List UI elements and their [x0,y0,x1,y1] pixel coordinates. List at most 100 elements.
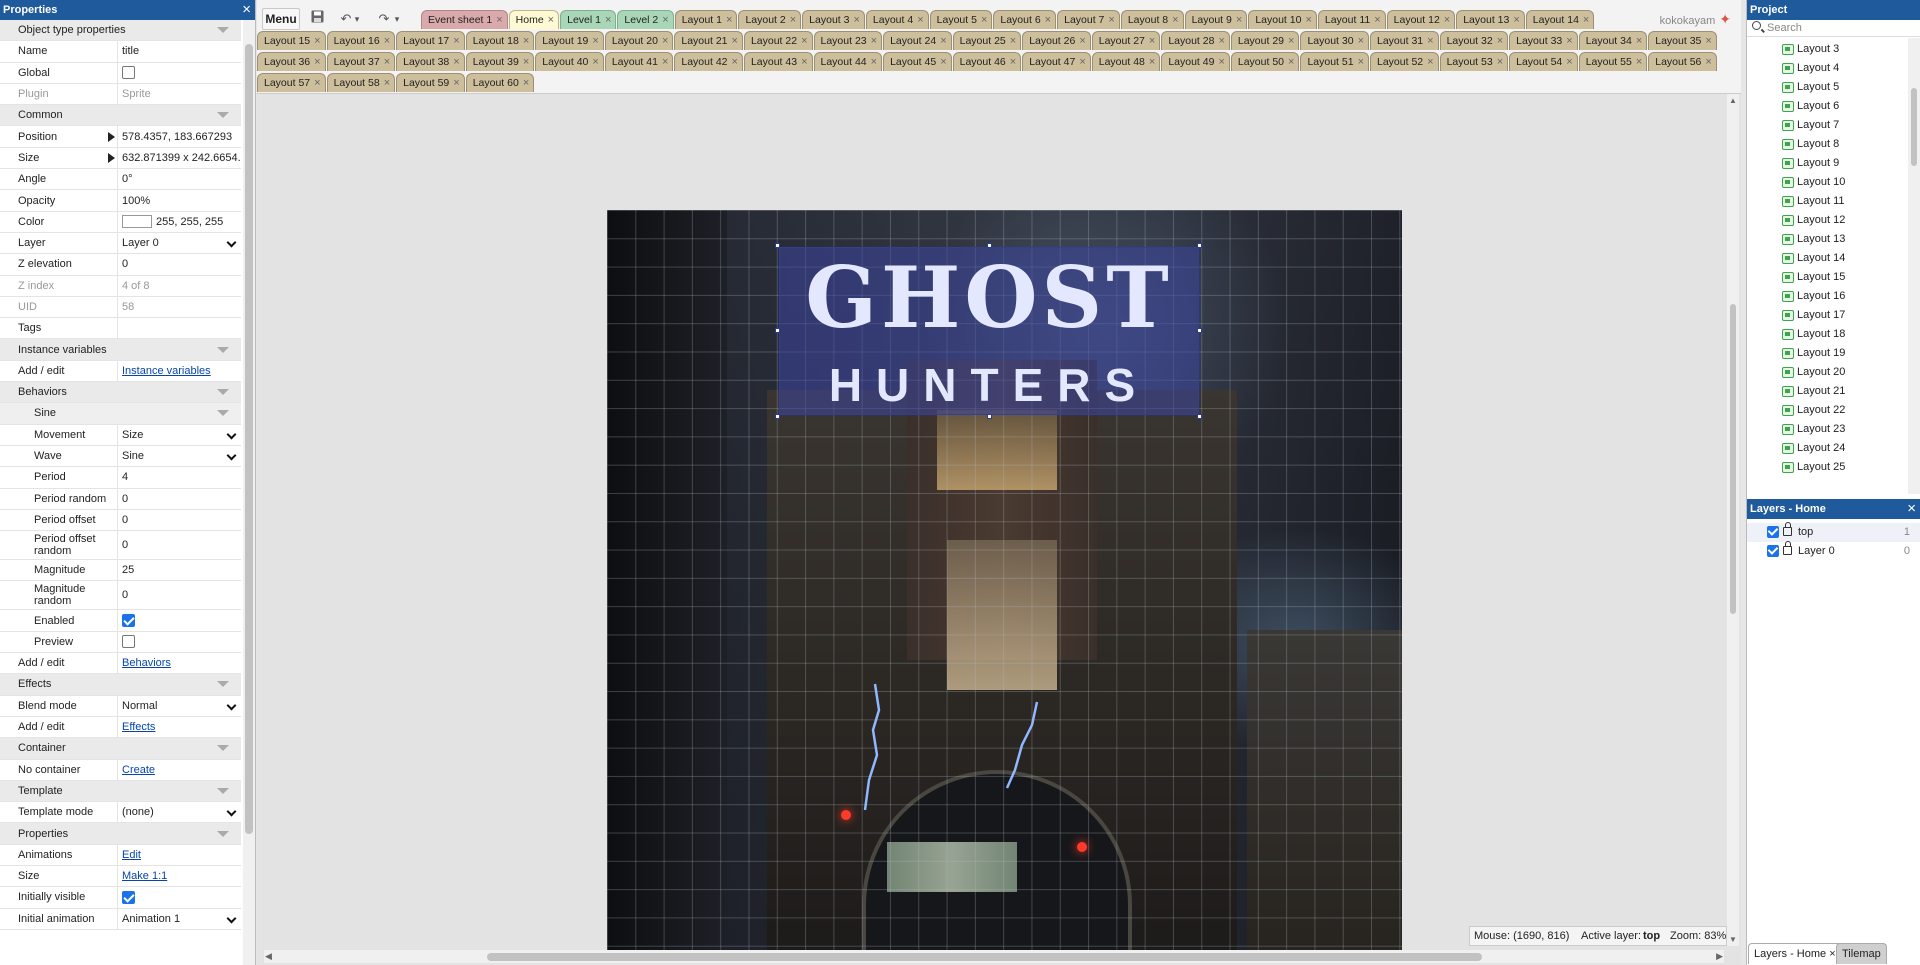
property-value[interactable]: 25 [122,564,134,576]
editor-tab[interactable]: Layout 45 × [883,52,952,71]
property-select-value[interactable]: Normal [122,700,157,712]
editor-tab[interactable]: Layout 51 × [1300,52,1369,71]
close-icon[interactable]: × [1497,53,1503,71]
collapse-icon[interactable] [217,112,229,119]
layer-visible-checkbox[interactable] [1767,526,1779,538]
close-icon[interactable]: × [1236,11,1242,29]
project-item-layout[interactable]: Layout 13 [1747,230,1920,249]
project-item-layout[interactable]: Layout 4 [1747,59,1920,78]
editor-tab[interactable]: Layout 48 × [1091,52,1161,71]
property-value[interactable]: 0 [122,493,128,505]
close-icon[interactable]: × [605,11,611,29]
property-link[interactable]: Edit [122,849,141,861]
property-checkbox[interactable] [122,635,135,649]
close-icon[interactable]: × [314,53,320,71]
chevron-down-icon[interactable] [226,913,237,924]
property-value[interactable]: 0 [122,589,128,601]
project-item-layout[interactable]: Layout 5 [1747,78,1920,97]
project-item-layout[interactable]: Layout 10 [1747,173,1920,192]
editor-tab[interactable]: Layout 30 × [1300,31,1369,50]
project-item-layout[interactable]: Layout 3 [1747,40,1920,59]
editor-tab[interactable]: Event sheet 1 × [421,10,508,29]
lock-icon[interactable] [1783,522,1792,536]
property-select-value[interactable]: Layer 0 [122,237,159,249]
collapse-icon[interactable] [217,27,229,34]
editor-tab[interactable]: Layout 46 × [952,52,1022,71]
editor-tab[interactable]: Layout 52 × [1370,52,1439,71]
project-item-layout[interactable]: Layout 24 [1747,439,1920,458]
project-item-layout[interactable]: Layout 15 [1747,268,1920,287]
editor-tab[interactable]: Layout 37 × [326,52,396,71]
editor-tab[interactable]: Layout 2 × [738,10,802,29]
close-icon[interactable]: × [732,53,738,71]
editor-tab[interactable]: Layout 25 × [952,31,1022,50]
editor-tab[interactable]: Layout 12 × [1386,10,1456,29]
property-value[interactable]: 632.871399 x 242.6654... [122,152,241,164]
close-icon[interactable]: × [1566,32,1572,50]
expand-icon[interactable] [108,152,115,163]
editor-tab[interactable]: Layout 39 × [465,52,535,71]
property-select-value[interactable]: Sine [122,450,144,462]
tab-tilemap[interactable]: Tilemap [1836,943,1887,964]
editor-tab[interactable]: Layout 40 × [535,52,604,71]
properties-scrollbar[interactable] [243,20,255,965]
close-icon[interactable]: × [1172,11,1178,29]
close-icon[interactable]: × [917,11,923,29]
section-header[interactable]: Common [0,105,241,127]
chevron-down-icon[interactable] [226,450,237,461]
close-icon[interactable]: × [853,11,859,29]
project-item-layout[interactable]: Layout 14 [1747,249,1920,268]
property-link[interactable]: Behaviors [122,657,171,669]
editor-tab[interactable]: Level 2 × [617,10,674,29]
close-icon[interactable]: × [940,53,946,71]
close-icon[interactable]: × [314,32,320,50]
editor-tab[interactable]: Layout 4 × [865,10,929,29]
property-checkbox[interactable] [122,890,135,904]
section-header[interactable]: Template [0,780,241,803]
properties-scroll-thumb[interactable] [245,44,253,834]
property-value[interactable]: 255, 255, 255 [156,216,223,228]
editor-tab[interactable]: Layout 28 × [1161,31,1230,50]
close-icon[interactable]: × [548,11,554,29]
close-icon[interactable]: × [1427,53,1433,71]
resize-handle-bc[interactable] [987,414,992,419]
close-icon[interactable]: × [1288,53,1294,71]
editor-tab[interactable]: Layout 20 × [604,31,674,50]
project-scrollbar[interactable] [1908,38,1920,494]
project-item-layout[interactable]: Layout 23 [1747,420,1920,439]
color-swatch[interactable] [122,215,152,229]
undo-dropdown-icon[interactable]: ▾ [353,8,361,30]
close-icon[interactable]: × [981,11,987,29]
editor-tab[interactable]: Layout 13 × [1456,10,1525,29]
property-value[interactable]: 4 [122,471,128,483]
resize-handle-tl[interactable] [775,243,780,248]
editor-tab[interactable]: Layout 10 × [1248,10,1317,29]
project-item-layout[interactable]: Layout 7 [1747,116,1920,135]
close-icon[interactable]: × [1305,11,1311,29]
property-value[interactable]: 0° [122,173,133,185]
editor-tab[interactable]: Layout 55 × [1578,52,1648,71]
editor-tab[interactable]: Layout 19 × [535,31,604,50]
close-icon[interactable]: × [1907,499,1916,518]
property-value[interactable]: 100% [122,195,150,207]
close-icon[interactable]: × [1513,11,1519,29]
editor-tab[interactable]: Layout 11 × [1317,10,1386,29]
property-value[interactable]: title [122,45,139,57]
resize-handle-tr[interactable] [1197,243,1202,248]
resize-handle-mr[interactable] [1197,328,1202,333]
editor-tab[interactable]: Layout 35 × [1648,31,1717,50]
chevron-down-icon[interactable] [226,429,237,440]
editor-tab[interactable]: Layout 16 × [326,31,396,50]
user-account[interactable]: kokokayam ✦ [1660,11,1731,28]
editor-tab[interactable]: Layout 21 × [674,31,743,50]
editor-tab[interactable]: Layout 36 × [257,52,326,71]
floppy-icon[interactable] [308,8,326,30]
scroll-down-icon[interactable]: ▼ [1729,935,1737,944]
project-search[interactable]: Search [1747,20,1920,37]
editor-tab[interactable]: Layout 17 × [396,31,465,50]
project-item-layout[interactable]: Layout 17 [1747,306,1920,325]
editor-tab[interactable]: Layout 54 × [1509,52,1578,71]
project-item-layout[interactable]: Layout 21 [1747,382,1920,401]
editor-hscrollbar[interactable]: ◀ ▶ [264,950,1724,963]
project-item-layout[interactable]: Layout 9 [1747,154,1920,173]
